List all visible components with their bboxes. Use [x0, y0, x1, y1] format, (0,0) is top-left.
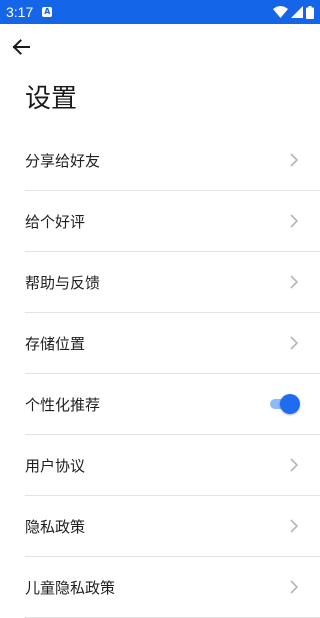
- settings-row-toggle[interactable]: 个性化推荐: [25, 374, 320, 435]
- back-button[interactable]: [9, 35, 33, 59]
- arrow-left-icon: [12, 39, 30, 55]
- settings-row-label: 儿童隐私政策: [25, 578, 116, 597]
- chevron-right-icon: [290, 458, 298, 472]
- settings-row-label: 给个好评: [25, 212, 86, 231]
- settings-row-label: 存储位置: [25, 334, 86, 353]
- page-title: 设置: [25, 84, 78, 114]
- settings-row-label: 帮助与反馈: [25, 273, 101, 292]
- settings-row-label: 隐私政策: [25, 517, 86, 536]
- settings-row[interactable]: 儿童隐私政策: [25, 557, 320, 618]
- chevron-right-icon: [290, 580, 298, 594]
- notification-glyph: A: [44, 7, 51, 16]
- app-bar: [0, 24, 320, 70]
- chevron-right-icon: [290, 336, 298, 350]
- chevron-right-icon: [290, 214, 298, 228]
- settings-row-label: 用户协议: [25, 456, 86, 475]
- battery-icon: [306, 5, 314, 19]
- wifi-icon: [273, 6, 288, 18]
- chevron-right-icon: [290, 153, 298, 167]
- chevron-right-icon: [290, 519, 298, 533]
- settings-row[interactable]: 用户协议: [25, 435, 320, 496]
- settings-row[interactable]: 隐私政策: [25, 496, 320, 557]
- status-time: 3:17: [6, 4, 34, 20]
- signal-icon: [291, 6, 303, 18]
- chevron-right-icon: [290, 275, 298, 289]
- status-bar: 3:17 A: [0, 0, 320, 24]
- toggle-thumb: [280, 394, 300, 414]
- settings-row-label: 分享给好友: [25, 151, 101, 170]
- notification-icon: A: [42, 7, 53, 17]
- settings-row[interactable]: 存储位置: [25, 313, 320, 374]
- settings-list: 分享给好友给个好评帮助与反馈存储位置个性化推荐用户协议隐私政策儿童隐私政策: [25, 130, 320, 618]
- settings-row[interactable]: 分享给好友: [25, 130, 320, 191]
- settings-row[interactable]: 帮助与反馈: [25, 252, 320, 313]
- settings-row[interactable]: 给个好评: [25, 191, 320, 252]
- personalized-recommendation-toggle[interactable]: [270, 394, 300, 414]
- settings-row-label: 个性化推荐: [25, 395, 101, 414]
